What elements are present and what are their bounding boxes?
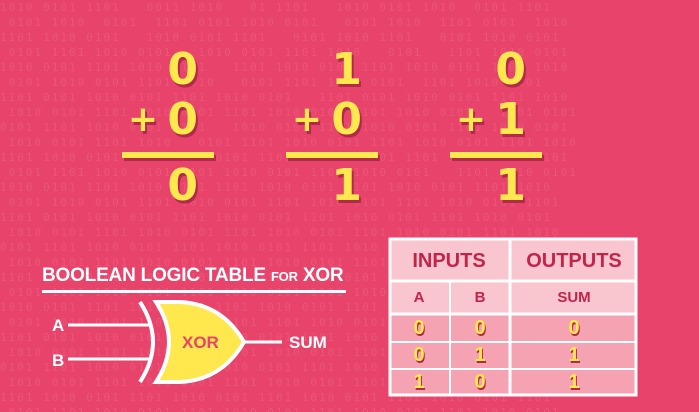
xor-gate-label: XOR bbox=[182, 333, 219, 352]
row-3-b: 0 bbox=[474, 370, 486, 393]
xor-truth-table: INPUTS OUTPUTS A B SUM 0 0 0 0 1 1 1 0 1 bbox=[388, 237, 638, 397]
row-1-b: 0 bbox=[474, 316, 486, 339]
row-3-sum: 1 bbox=[568, 370, 580, 393]
input-b-label: B bbox=[52, 351, 65, 370]
input-a-label: A bbox=[52, 316, 65, 335]
inputs-header: INPUTS bbox=[412, 249, 486, 272]
row-1-sum: 0 bbox=[568, 316, 580, 339]
outputs-header: OUTPUTS bbox=[526, 249, 622, 272]
row-3-a: 1 bbox=[413, 370, 425, 393]
xor-input-arc bbox=[138, 300, 155, 384]
output-sum-label: SUM bbox=[289, 333, 327, 352]
row-1-a: 0 bbox=[413, 316, 425, 339]
column-b-header: B bbox=[474, 289, 486, 306]
column-sum-header: SUM bbox=[557, 289, 591, 306]
row-2-b: 1 bbox=[474, 344, 486, 366]
row-2-a: 0 bbox=[413, 344, 425, 366]
column-a-header: A bbox=[413, 289, 425, 306]
row-2-sum: 1 bbox=[568, 344, 580, 366]
